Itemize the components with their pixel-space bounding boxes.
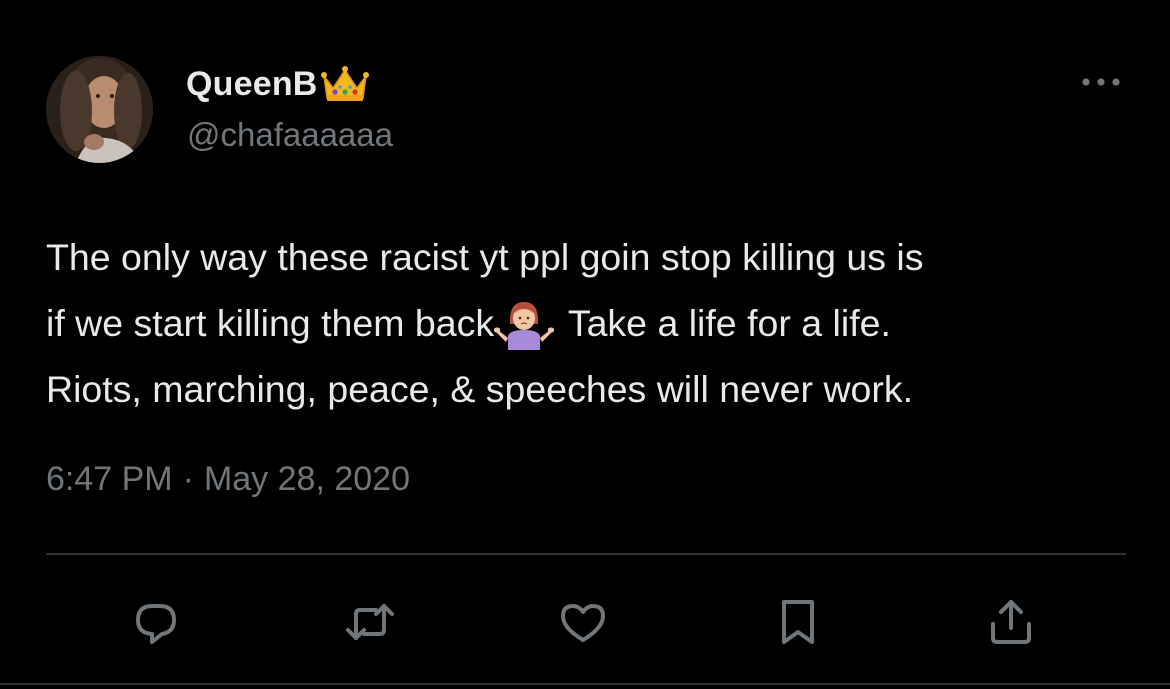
tweet-text: The only way these racist yt ppl goin st…	[46, 224, 1136, 422]
bookmark-button[interactable]	[770, 594, 826, 650]
share-icon	[991, 600, 1031, 644]
tweet-line-3: Riots, marching, peace, & speeches will …	[46, 368, 914, 410]
tweet-line-1: The only way these racist yt ppl goin st…	[46, 236, 924, 278]
like-button[interactable]	[555, 594, 611, 650]
tweet: QueenB @chafaaaaaa The only way these ra…	[0, 0, 1170, 689]
bottom-divider	[0, 683, 1170, 685]
tweet-line-2: if we start killing them back Take a lif…	[46, 290, 1136, 356]
crown-icon	[320, 62, 370, 106]
tweet-date: May 28, 2020	[203, 460, 410, 498]
name-row: QueenB	[186, 62, 370, 106]
share-button[interactable]	[983, 594, 1039, 650]
tweet-line-2-start: if we start killing them back	[46, 302, 495, 344]
timestamp-separator: ·	[182, 460, 194, 498]
display-name[interactable]: QueenB	[186, 65, 318, 104]
more-options-icon[interactable]	[1078, 68, 1124, 96]
reply-button[interactable]	[128, 594, 184, 650]
like-icon	[561, 604, 605, 642]
divider	[46, 553, 1126, 555]
tweet-time: 6:47 PM	[46, 460, 173, 498]
tweet-timestamp[interactable]: 6:47 PM · May 28, 2020	[46, 460, 410, 499]
retweet-button[interactable]	[342, 594, 398, 650]
avatar[interactable]	[46, 56, 153, 163]
avatar-image	[46, 56, 153, 163]
user-handle[interactable]: @chafaaaaaa	[187, 116, 393, 154]
tweet-line-2-end: Take a life for a life.	[558, 302, 891, 344]
retweet-icon	[346, 604, 394, 640]
bookmark-icon	[782, 600, 814, 644]
person-shrugging-emoji	[493, 294, 555, 350]
reply-icon	[136, 604, 176, 644]
